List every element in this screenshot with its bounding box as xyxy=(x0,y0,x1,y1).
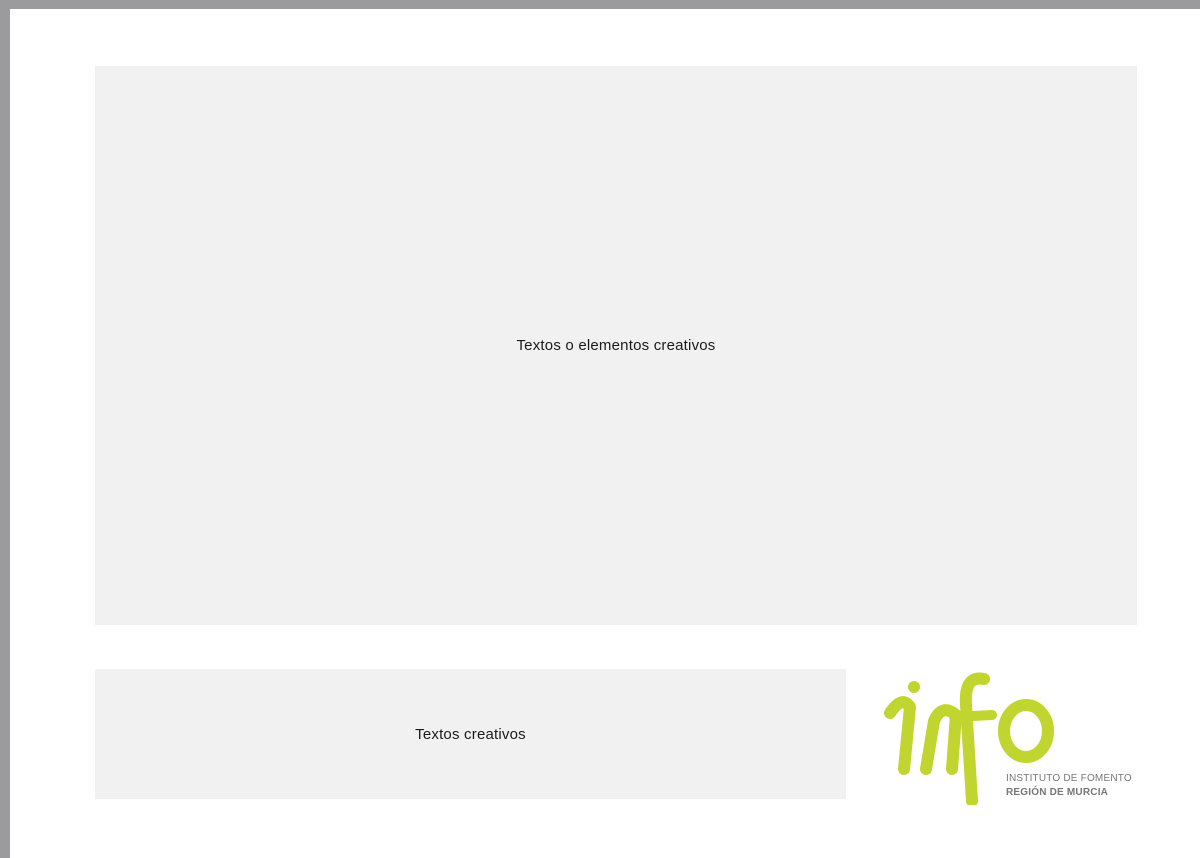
info-wordmark-icon xyxy=(884,672,1054,805)
creative-elements-placeholder: Textos o elementos creativos xyxy=(95,66,1137,625)
creative-text-label: Textos creativos xyxy=(415,725,526,743)
document-page: Textos o elementos creativos Textos crea… xyxy=(10,9,1200,858)
info-logo: INSTITUTO DE FOMENTO REGIÓN DE MURCIA xyxy=(880,665,1150,805)
creative-elements-label: Textos o elementos creativos xyxy=(516,337,716,354)
logo-line-region: REGIÓN DE MURCIA xyxy=(1006,787,1109,798)
creative-text-placeholder: Textos creativos xyxy=(95,669,846,799)
logo-line-institute: INSTITUTO DE FOMENTO xyxy=(1006,773,1132,784)
